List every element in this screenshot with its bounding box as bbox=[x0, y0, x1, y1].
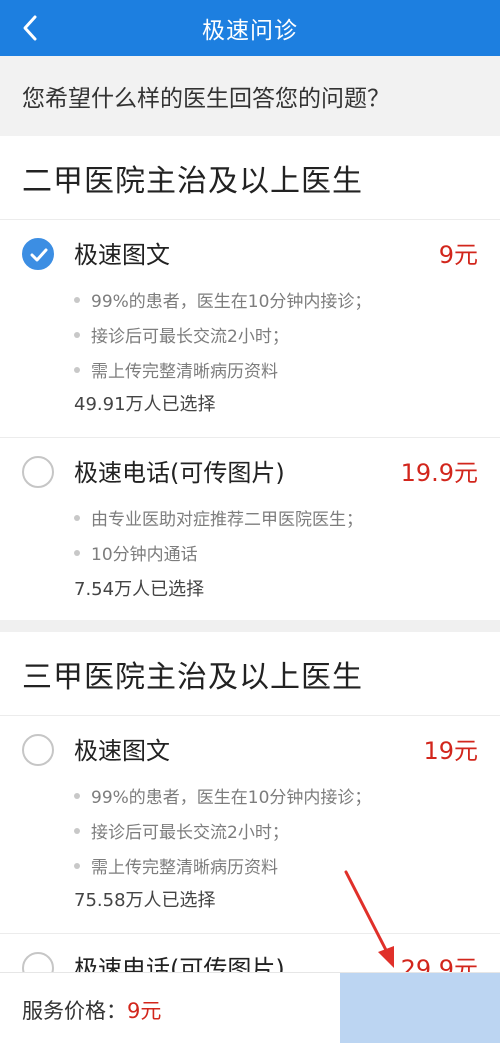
option-features: 由专业医助对症推荐二甲医院医生； 10分钟内通话 bbox=[74, 500, 363, 570]
option-fast-phone-consult[interactable]: 极速电话(可传图片) 29.9元 bbox=[0, 934, 500, 972]
feature-item: 需上传完整清晰病历资料 bbox=[74, 352, 371, 387]
option-price: 19元 bbox=[423, 737, 478, 765]
bullet-dot-icon bbox=[74, 514, 80, 521]
chevron-left-icon bbox=[23, 15, 37, 41]
feature-item: 需上传完整清晰病历资料 bbox=[74, 848, 371, 883]
red-arrow-icon bbox=[344, 870, 394, 968]
feature-item: 由专业医助对症推荐二甲医院医生； bbox=[74, 500, 363, 535]
feature-item: 99%的患者，医生在10分钟内接诊； bbox=[74, 778, 371, 813]
option-features: 99%的患者，医生在10分钟内接诊； 接诊后可最长交流2小时； 需上传完整清晰病… bbox=[74, 778, 371, 883]
radio-unchecked-icon[interactable] bbox=[22, 456, 54, 488]
radio-checked-icon[interactable] bbox=[22, 238, 54, 270]
option-fast-text-consult[interactable]: 极速图文 19元 99%的患者，医生在10分钟内接诊； 接诊后可最长交流2小时；… bbox=[0, 716, 500, 934]
page-title: 极速问诊 bbox=[202, 18, 298, 44]
section-tertiary-hospital: 三甲医院主治及以上医生 极速图文 19元 99%的患者，医生在10分钟内接诊； … bbox=[0, 632, 500, 972]
option-price: 29.9元 bbox=[400, 955, 478, 972]
service-price-value: 9元 bbox=[127, 999, 162, 1023]
question-prompt: 您希望什么样的医生回答您的问题？ bbox=[0, 56, 500, 136]
bullet-dot-icon bbox=[74, 366, 80, 373]
bullet-dot-icon bbox=[74, 549, 80, 556]
selection-count: 7.54万人已选择 bbox=[74, 579, 205, 600]
option-name: 极速电话(可传图片) bbox=[74, 955, 285, 972]
section-secondary-hospital: 二甲医院主治及以上医生 极速图文 9元 99%的患者，医生在10分钟内接诊； 接… bbox=[0, 136, 500, 620]
section-title: 三甲医院主治及以上医生 bbox=[0, 632, 500, 716]
selection-count: 75.58万人已选择 bbox=[74, 890, 216, 911]
bullet-dot-icon bbox=[74, 827, 80, 834]
feature-item: 接诊后可最长交流2小时； bbox=[74, 317, 371, 352]
option-price: 19.9元 bbox=[400, 459, 478, 487]
back-button[interactable] bbox=[10, 8, 50, 48]
option-features: 99%的患者，医生在10分钟内接诊； 接诊后可最长交流2小时； 需上传完整清晰病… bbox=[74, 282, 371, 387]
option-name: 极速图文 bbox=[74, 241, 170, 269]
top-nav-bar: 极速问诊 bbox=[0, 0, 500, 56]
feature-item: 10分钟内通话 bbox=[74, 535, 363, 570]
submit-button[interactable] bbox=[340, 973, 500, 1043]
option-price: 9元 bbox=[438, 241, 478, 269]
radio-unchecked-icon[interactable] bbox=[22, 952, 54, 972]
service-price-label: 服务价格：9元 bbox=[22, 999, 162, 1023]
section-title: 二甲医院主治及以上医生 bbox=[0, 136, 500, 220]
feature-item: 99%的患者，医生在10分钟内接诊； bbox=[74, 282, 371, 317]
bullet-dot-icon bbox=[74, 331, 80, 338]
bottom-bar: 服务价格：9元 bbox=[0, 972, 500, 1043]
radio-unchecked-icon[interactable] bbox=[22, 734, 54, 766]
option-name: 极速电话(可传图片) bbox=[74, 459, 285, 487]
bullet-dot-icon bbox=[74, 862, 80, 869]
option-fast-phone-consult[interactable]: 极速电话(可传图片) 19.9元 由专业医助对症推荐二甲医院医生； 10分钟内通… bbox=[0, 438, 500, 620]
option-name: 极速图文 bbox=[74, 737, 170, 765]
selection-count: 49.91万人已选择 bbox=[74, 394, 216, 415]
bullet-dot-icon bbox=[74, 296, 80, 303]
feature-item: 接诊后可最长交流2小时； bbox=[74, 813, 371, 848]
option-fast-text-consult[interactable]: 极速图文 9元 99%的患者，医生在10分钟内接诊； 接诊后可最长交流2小时； … bbox=[0, 220, 500, 438]
bullet-dot-icon bbox=[74, 792, 80, 799]
